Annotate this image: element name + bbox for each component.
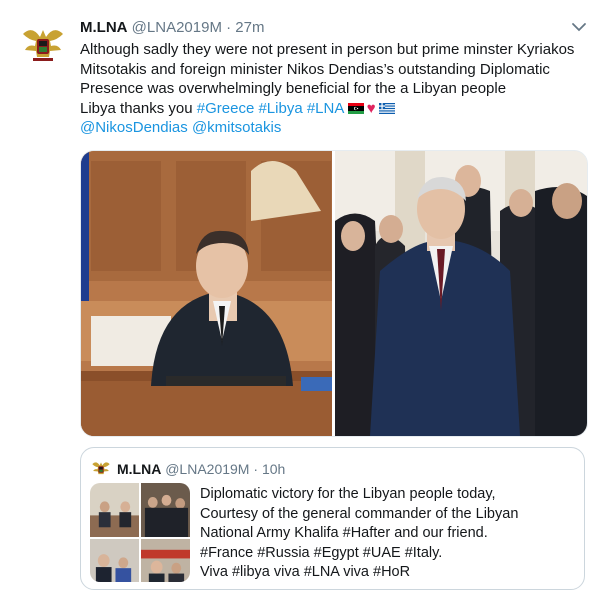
hashtag-libya[interactable]: #Libya: [258, 100, 302, 117]
display-name[interactable]: M.LNA: [80, 19, 128, 36]
quoted-line: Viva #libya viva #LNA viva #HoR: [200, 564, 411, 580]
photo-mitsotakis[interactable]: [81, 151, 332, 436]
lna-emblem-avatar[interactable]: [18, 18, 68, 68]
quoted-text: Diplomatic victory for the Libyan people…: [200, 485, 580, 583]
hashtag-greece[interactable]: #Greece: [197, 100, 255, 117]
greece-flag-icon: [378, 102, 395, 114]
quoted-line: Diplomatic victory for the Libyan people…: [200, 486, 496, 502]
tweet-mentions: @NikosDendias @kmitsotakis: [80, 118, 585, 138]
quoted-display-name[interactable]: M.LNA: [117, 461, 161, 477]
thanks-text: Libya thanks you: [80, 99, 197, 117]
tweet-line-thanks: Libya thanks you #Greece #Libya #LNA ♥: [80, 99, 585, 119]
chevron-down-icon[interactable]: [570, 20, 588, 34]
quoted-tweet[interactable]: M.LNA @LNA2019M · 10h Diplomatic victory…: [80, 447, 585, 590]
hashtag-lna[interactable]: #LNA: [307, 100, 344, 117]
tweet: M.LNA @LNA2019M · 27m Although sadly the…: [0, 0, 604, 597]
handle[interactable]: @LNA2019M: [132, 19, 222, 36]
separator: ·: [226, 19, 232, 36]
tweet-media[interactable]: [80, 150, 588, 437]
quoted-handle[interactable]: @LNA2019M: [165, 461, 249, 477]
mention-nikosdendias[interactable]: @NikosDendias: [80, 119, 188, 136]
photo-haftar[interactable]: [335, 151, 587, 436]
quoted-photo-2[interactable]: [141, 483, 190, 537]
quoted-photo-1[interactable]: [90, 483, 139, 537]
quoted-photo-4[interactable]: [141, 539, 190, 582]
lna-emblem-avatar[interactable]: [91, 458, 111, 478]
quoted-line: Courtesy of the general commander of the…: [200, 505, 519, 522]
quoted-line: #France #Russia #Egypt #UAE #Italy.: [200, 544, 443, 561]
quoted-media[interactable]: [90, 483, 190, 582]
quoted-photo-3[interactable]: [90, 539, 139, 582]
tweet-line: Mitsotakis and foreign minister Nikos De…: [80, 60, 550, 78]
tweet-line: Although sadly they were not present in …: [80, 41, 575, 58]
libya-flag-icon: [347, 102, 364, 114]
quoted-separator: ·: [253, 461, 259, 477]
tweet-line: Presence was overwhelmingly beneficial f…: [80, 80, 507, 97]
mention-kmitsotakis[interactable]: @kmitsotakis: [192, 119, 281, 136]
quoted-timestamp[interactable]: 10h: [262, 461, 285, 477]
tweet-text: Although sadly they were not present in …: [80, 40, 585, 138]
quoted-line: National Army Khalifa #Hafter and our fr…: [200, 525, 488, 541]
quoted-header: M.LNA @LNA2019M · 10h: [117, 460, 285, 478]
tweet-header: M.LNA @LNA2019M · 27m: [80, 18, 264, 38]
timestamp[interactable]: 27m: [235, 19, 264, 36]
heart-icon: ♥: [366, 99, 376, 117]
